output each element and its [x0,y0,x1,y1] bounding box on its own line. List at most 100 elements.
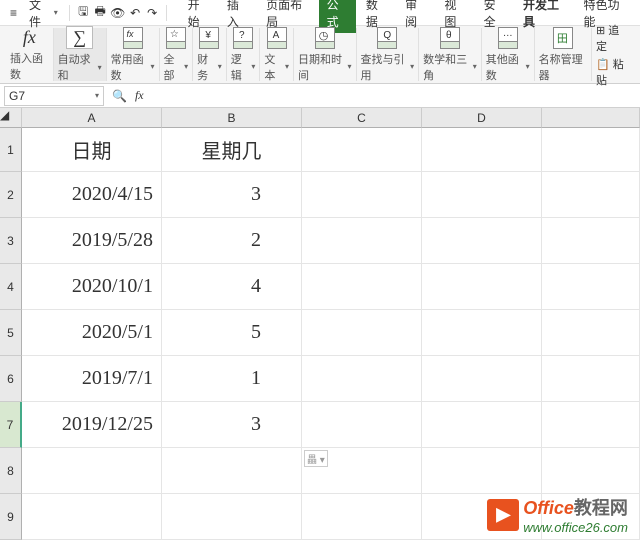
cell-d6[interactable] [422,356,542,402]
cell-d4[interactable] [422,264,542,310]
row-header-4[interactable]: 4 [0,264,22,310]
group-datetime[interactable]: 日期和时间▾ [294,28,357,81]
formula-bar: G7 ▾ 🔍 fx [0,84,640,108]
cell-d8[interactable] [422,448,542,494]
cell-a2[interactable]: 2020/4/15 [22,172,162,218]
sigma-icon: ∑ [66,26,93,49]
row-header-1[interactable]: 1 [0,128,22,172]
cell-c5[interactable] [302,310,422,356]
group-common[interactable]: 常用函数▾ [107,28,160,81]
group-all[interactable]: 全部▾ [160,28,194,81]
cell-b7[interactable]: 3 [162,402,302,448]
group-text[interactable]: 文本▾ [260,28,294,81]
datetime-label: 日期和时间 [298,51,346,83]
cell-b9[interactable] [162,494,302,540]
group-finance[interactable]: 财务▾ [193,28,227,81]
cell-d3[interactable] [422,218,542,264]
cell-e6[interactable] [542,356,640,402]
cell-a5[interactable]: 2020/5/1 [22,310,162,356]
cell-d7[interactable] [422,402,542,448]
cell-c3[interactable] [302,218,422,264]
cell-e4[interactable] [542,264,640,310]
group-trace[interactable]: ⊞ 追定 📋 粘贴 [592,28,634,81]
cell-a1[interactable]: 日期 [22,128,162,172]
row-header-5[interactable]: 5 [0,310,22,356]
cell-c2[interactable] [302,172,422,218]
fx-label-icon[interactable]: fx [135,88,144,103]
datetime-icon [315,27,335,49]
autosum-label: 自动求和 [58,51,96,83]
cell-c6[interactable] [302,356,422,402]
redo-icon[interactable]: ↷ [146,6,159,20]
cell-b3[interactable]: 2 [162,218,302,264]
cell-c7[interactable] [302,402,422,448]
row-header-9[interactable]: 9 [0,494,22,540]
name-box[interactable]: G7 ▾ [4,86,104,106]
paste-label: 📋 粘贴 [596,56,630,88]
print-icon[interactable]: 🖶 [94,6,107,20]
col-header-d[interactable]: D [422,108,542,128]
cell-b4[interactable]: 4 [162,264,302,310]
cell-e8[interactable] [542,448,640,494]
row-header-7[interactable]: 7 [0,402,22,448]
cell-c9[interactable] [302,494,422,540]
row-header-8[interactable]: 8 [0,448,22,494]
cell-e2[interactable] [542,172,640,218]
col-header-b[interactable]: B [162,108,302,128]
cell-b8[interactable] [162,448,302,494]
col-header-c[interactable]: C [302,108,422,128]
text-label: 文本 [264,51,283,83]
cell-a6[interactable]: 2019/7/1 [22,356,162,402]
cell-c8[interactable]: 畾 ▾ [302,448,422,494]
undo-icon[interactable]: ↶ [129,6,142,20]
name-mgr-icon [553,27,573,49]
col-header-a[interactable]: A [22,108,162,128]
cell-a7[interactable]: 2019/12/25 [22,402,162,448]
fx-icon: fx [23,27,36,48]
app-menu-icon[interactable]: ≡ [6,6,21,20]
smart-tag-icon[interactable]: 畾 ▾ [304,450,328,467]
namebox-caret-icon: ▾ [95,91,99,100]
cell-a4[interactable]: 2020/10/1 [22,264,162,310]
cell-d1[interactable] [422,128,542,172]
other-label: 其他函数 [486,51,524,83]
cell-c1[interactable] [302,128,422,172]
cell-b6[interactable]: 1 [162,356,302,402]
other-icon [498,27,518,49]
cell-e7[interactable] [542,402,640,448]
row-header-2[interactable]: 2 [0,172,22,218]
cell-a8[interactable] [22,448,162,494]
cell-e1[interactable] [542,128,640,172]
cell-b2[interactable]: 3 [162,172,302,218]
cell-d5[interactable] [422,310,542,356]
cell-a9[interactable] [22,494,162,540]
zoom-icon[interactable]: 🔍 [112,89,127,103]
cell-b5[interactable]: 5 [162,310,302,356]
finance-label: 财务 [197,51,216,83]
cell-e3[interactable] [542,218,640,264]
file-menu[interactable]: 文件▾ [25,0,62,30]
group-insert-fn[interactable]: fx 插入函数 [6,28,54,81]
group-autosum[interactable]: ∑ 自动求和▾ [54,28,107,81]
cell-c4[interactable] [302,264,422,310]
cell-d2[interactable] [422,172,542,218]
select-all-corner[interactable]: ◢ [0,108,22,128]
cell-a3[interactable]: 2019/5/28 [22,218,162,264]
group-lookup[interactable]: 查找与引用▾ [357,28,420,81]
group-logic[interactable]: 逻辑▾ [227,28,261,81]
group-names[interactable]: 名称管理器 [535,28,592,81]
preview-icon[interactable]: 👁 [111,6,125,20]
cell-b1[interactable]: 星期几 [162,128,302,172]
row-header-3[interactable]: 3 [0,218,22,264]
row-header-6[interactable]: 6 [0,356,22,402]
col-header-e[interactable] [542,108,640,128]
lookup-label: 查找与引用 [361,51,409,83]
cell-e5[interactable] [542,310,640,356]
file-label: 文件 [29,0,51,30]
group-math[interactable]: 数学和三角▾ [419,28,482,81]
caret-icon: ▾ [54,8,58,17]
spreadsheet[interactable]: ◢ A B C D 1 日期 星期几 2 2020/4/15 3 3 2019/… [0,108,640,540]
group-other[interactable]: 其他函数▾ [482,28,535,81]
insert-fn-label: 插入函数 [10,50,49,82]
save-icon[interactable]: 🖫 [77,6,90,20]
